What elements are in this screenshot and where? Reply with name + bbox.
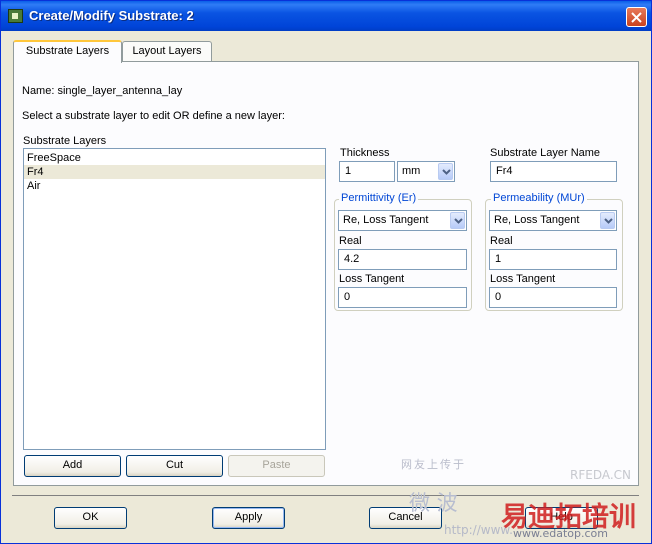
close-icon [631, 12, 642, 23]
permittivity-loss-label: Loss Tangent [339, 273, 405, 285]
paste-button[interactable]: Paste [228, 455, 325, 477]
permeability-mode-value: Re, Loss Tangent [494, 214, 580, 226]
permittivity-title: Permittivity (Er) [339, 192, 419, 204]
permeability-title: Permeability (MUr) [491, 192, 587, 204]
watermark-brand: RFEDA.CN [570, 468, 632, 482]
permeability-real-label: Real [490, 235, 513, 247]
tab-substrate-layers[interactable]: Substrate Layers [13, 40, 122, 63]
cut-button[interactable]: Cut [126, 455, 223, 477]
chevron-down-icon [442, 169, 451, 175]
permeability-real-input[interactable]: 1 [489, 249, 617, 270]
thickness-unit-select[interactable]: mm [397, 161, 455, 182]
apply-button[interactable]: Apply [212, 507, 285, 529]
thickness-unit-value: mm [402, 165, 421, 177]
permeability-loss-label: Loss Tangent [490, 273, 556, 285]
layer-name-label: Substrate Layer Name [490, 147, 601, 159]
permeability-mode-select[interactable]: Re, Loss Tangent [489, 210, 617, 231]
list-item[interactable]: Air [24, 179, 325, 193]
title-bar[interactable]: Create/Modify Substrate: 2 [1, 1, 651, 31]
substrate-layers-label: Substrate Layers [23, 135, 107, 147]
chevron-down-icon [454, 218, 463, 224]
dropdown-button[interactable] [600, 212, 615, 229]
dropdown-button[interactable] [450, 212, 465, 229]
watermark-text: 网友上传于 [401, 458, 466, 471]
window-title: Create/Modify Substrate: 2 [29, 8, 194, 23]
ok-button[interactable]: OK [54, 507, 127, 529]
thickness-input[interactable]: 1 [339, 161, 395, 182]
permeability-loss-input[interactable]: 0 [489, 287, 617, 308]
watermark-url: www.edatop.com [513, 527, 608, 540]
dialog-window: Create/Modify Substrate: 2 Substrate Lay… [0, 0, 652, 544]
add-button[interactable]: Add [24, 455, 121, 477]
permittivity-real-label: Real [339, 235, 362, 247]
watermark-text: 微 波 [409, 491, 458, 515]
chevron-down-icon [604, 218, 613, 224]
instructions-text: Select a substrate layer to edit OR defi… [22, 110, 285, 122]
permittivity-real-input[interactable]: 4.2 [338, 249, 467, 270]
layer-name-input[interactable]: Fr4 [490, 161, 617, 182]
substrate-layers-list[interactable]: FreeSpace Fr4 Air [23, 148, 326, 450]
close-button[interactable] [626, 7, 647, 27]
substrate-name-label: Name: single_layer_antenna_lay [22, 85, 183, 97]
permittivity-mode-value: Re, Loss Tangent [343, 214, 429, 226]
list-item[interactable]: Fr4 [24, 165, 325, 179]
tab-layout-layers[interactable]: Layout Layers [122, 41, 212, 62]
permittivity-mode-select[interactable]: Re, Loss Tangent [338, 210, 467, 231]
permittivity-loss-input[interactable]: 0 [338, 287, 467, 308]
dropdown-button[interactable] [438, 163, 453, 180]
app-icon [8, 9, 23, 23]
list-item[interactable]: FreeSpace [24, 151, 325, 165]
thickness-label: Thickness [340, 147, 390, 159]
